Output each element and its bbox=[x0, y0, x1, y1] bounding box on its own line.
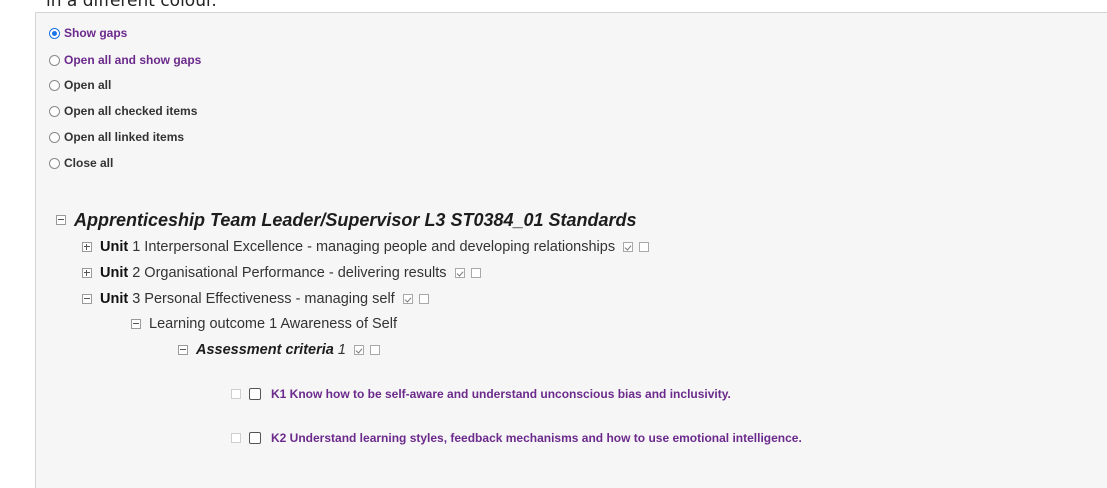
unit-keyword: Unit bbox=[100, 265, 129, 281]
criteria-item-k2: K2 Understand learning styles, feedback … bbox=[231, 427, 802, 449]
unit-label: Unit 1 Interpersonal Excellence - managi… bbox=[100, 239, 615, 255]
link-check-icon[interactable] bbox=[353, 345, 364, 355]
tree-unit-2: Unit 2 Organisational Performance - deli… bbox=[82, 262, 481, 284]
link-check-icon[interactable] bbox=[454, 268, 465, 278]
standard-row: Apprenticeship Team Leader/Supervisor L3… bbox=[56, 207, 637, 233]
select-checkbox[interactable] bbox=[418, 294, 429, 304]
tree-unit-3: Unit 3 Personal Effectiveness - managing… bbox=[82, 288, 429, 310]
criteria-checkbox[interactable] bbox=[249, 388, 261, 400]
collapse-icon[interactable] bbox=[131, 319, 141, 329]
learning-outcome-label: Learning outcome 1 Awareness of Self bbox=[149, 316, 398, 332]
assessment-criteria-label: Assessment criteria bbox=[196, 342, 334, 358]
select-checkbox[interactable] bbox=[639, 242, 650, 252]
tree-learning-outcome: Learning outcome 1 Awareness of Self bbox=[131, 313, 397, 335]
radio-selected-icon[interactable] bbox=[49, 27, 60, 39]
collapse-icon[interactable] bbox=[82, 294, 92, 304]
caption-text: in a different colour. bbox=[46, 0, 217, 11]
unit-text: 2 Organisational Performance - deliverin… bbox=[128, 265, 447, 281]
criteria-checkbox[interactable] bbox=[249, 432, 261, 444]
link-check-icon[interactable] bbox=[231, 389, 241, 399]
unit-keyword: Unit bbox=[100, 239, 129, 255]
radio-label: Show gaps bbox=[64, 26, 128, 40]
link-check-icon[interactable] bbox=[623, 242, 634, 252]
tree-assessment-criteria: Assessment criteria 1 bbox=[178, 339, 380, 361]
tree-unit-1: Unit 1 Interpersonal Excellence - managi… bbox=[82, 236, 650, 258]
link-check-icon[interactable] bbox=[231, 433, 241, 443]
radio-label: Open all checked items bbox=[64, 104, 198, 118]
radio-label: Open all bbox=[64, 78, 112, 92]
radio-icon[interactable] bbox=[49, 79, 60, 91]
expand-icon[interactable] bbox=[82, 268, 92, 278]
collapse-icon[interactable] bbox=[178, 345, 188, 355]
radio-label: Open all and show gaps bbox=[64, 53, 202, 67]
select-checkbox[interactable] bbox=[470, 268, 481, 278]
collapse-icon[interactable] bbox=[56, 215, 66, 225]
unit-label: Unit 3 Personal Effectiveness - managing… bbox=[100, 291, 395, 307]
radio-open-all-linked[interactable]: Open all linked items bbox=[49, 128, 184, 146]
criteria-text: K1 Know how to be self-aware and underst… bbox=[271, 387, 731, 401]
radio-icon[interactable] bbox=[49, 54, 60, 66]
radio-close-all[interactable]: Close all bbox=[49, 154, 113, 172]
radio-open-all-show-gaps[interactable]: Open all and show gaps bbox=[49, 51, 201, 69]
select-checkbox[interactable] bbox=[369, 345, 380, 355]
radio-icon[interactable] bbox=[49, 131, 60, 143]
criteria-item-k1: K1 Know how to be self-aware and underst… bbox=[231, 383, 731, 405]
radio-icon[interactable] bbox=[49, 105, 60, 117]
unit-label: Unit 2 Organisational Performance - deli… bbox=[100, 265, 447, 281]
unit-keyword: Unit bbox=[100, 291, 129, 307]
link-check-icon[interactable] bbox=[402, 294, 413, 304]
criteria-text: K2 Understand learning styles, feedback … bbox=[271, 431, 802, 445]
radio-show-gaps[interactable]: Show gaps bbox=[49, 24, 127, 42]
radio-icon[interactable] bbox=[49, 157, 60, 169]
unit-text: 3 Personal Effectiveness - managing self bbox=[128, 291, 395, 307]
radio-label: Open all linked items bbox=[64, 130, 185, 144]
radio-open-all-checked[interactable]: Open all checked items bbox=[49, 102, 197, 120]
standard-title: Apprenticeship Team Leader/Supervisor L3… bbox=[74, 209, 637, 230]
radio-open-all[interactable]: Open all bbox=[49, 76, 111, 94]
radio-label: Close all bbox=[64, 156, 114, 170]
expand-icon[interactable] bbox=[82, 242, 92, 252]
assessment-criteria-number: 1 bbox=[337, 342, 346, 358]
unit-text: 1 Interpersonal Excellence - managing pe… bbox=[128, 239, 616, 255]
